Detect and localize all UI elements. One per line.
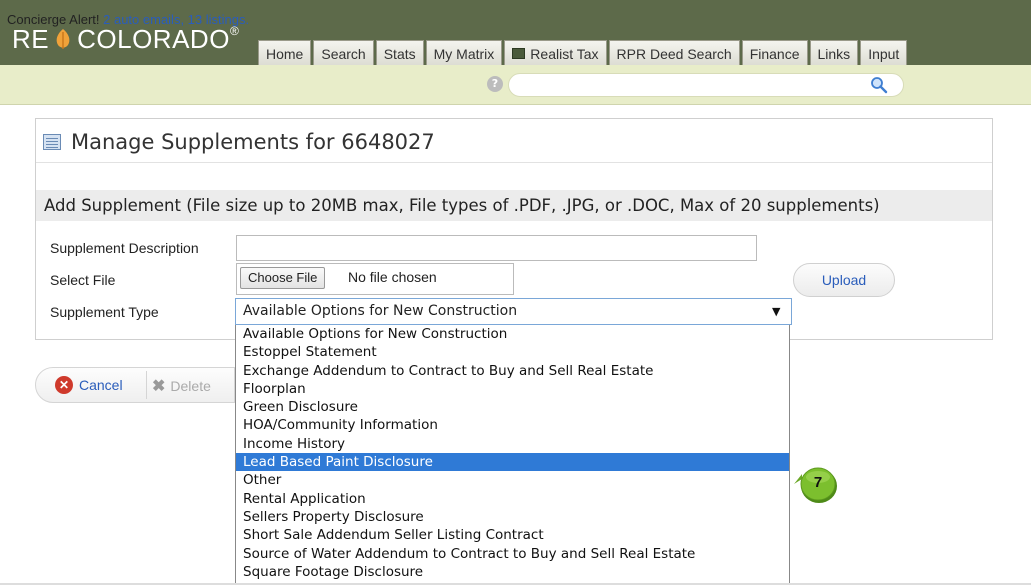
alert-link[interactable]: 2 auto emails, 13 listings. bbox=[103, 12, 249, 27]
nav-label: Links bbox=[817, 45, 851, 62]
nav-finance[interactable]: Finance bbox=[741, 40, 808, 66]
delete-button[interactable]: ✖ Delete bbox=[152, 376, 211, 396]
chevron-down-icon[interactable]: ▼ bbox=[772, 305, 780, 318]
supplement-type-label: Supplement Type bbox=[50, 304, 159, 320]
page-title-text: Manage Supplements for 6648027 bbox=[71, 130, 435, 154]
header-bar: RE COLORADO ® Home Search Stats My Matri… bbox=[0, 0, 1031, 66]
concierge-alert: Concierge Alert! 2 auto emails, 13 listi… bbox=[7, 12, 249, 27]
delete-icon: ✖ bbox=[152, 378, 166, 395]
nav-label: Home bbox=[266, 45, 304, 62]
nav-search[interactable]: Search bbox=[313, 40, 374, 66]
search-input[interactable] bbox=[508, 73, 904, 97]
realist-icon bbox=[512, 48, 526, 59]
nav-label: Input bbox=[868, 45, 900, 62]
dropdown-option[interactable]: HOA/Community Information bbox=[236, 416, 789, 434]
cancel-icon: ✕ bbox=[55, 376, 73, 394]
nav-stats[interactable]: Stats bbox=[375, 40, 424, 66]
search-icon[interactable] bbox=[870, 76, 888, 94]
dropdown-option[interactable]: Exchange Addendum to Contract to Buy and… bbox=[236, 362, 789, 380]
choose-file-button[interactable]: Choose File bbox=[240, 267, 326, 289]
dropdown-option[interactable]: Rental Application bbox=[236, 490, 789, 508]
logo[interactable]: RE COLORADO ® bbox=[12, 22, 239, 56]
logo-prefix: RE bbox=[12, 23, 50, 54]
select-file-label: Select File bbox=[50, 272, 116, 288]
nav-label: Finance bbox=[749, 45, 800, 62]
main-nav: Home Search Stats My Matrix Realist Tax … bbox=[258, 40, 909, 66]
dropdown-option[interactable]: Estoppel Statement bbox=[236, 343, 789, 361]
supplement-description-input[interactable] bbox=[236, 235, 757, 261]
dropdown-option[interactable]: Lead Based Paint Disclosure bbox=[236, 453, 789, 472]
file-status: No file chosen bbox=[348, 269, 437, 285]
supplement-description-label: Supplement Description bbox=[50, 240, 199, 256]
delete-label: Delete bbox=[170, 378, 211, 394]
alert-label: Concierge Alert! bbox=[7, 12, 100, 27]
table-icon bbox=[43, 134, 61, 150]
dropdown-option[interactable]: Other bbox=[236, 471, 789, 489]
dropdown-option[interactable]: Square Footage Disclosure bbox=[236, 563, 789, 581]
nav-realist-tax[interactable]: Realist Tax bbox=[504, 40, 607, 66]
dropdown-option[interactable]: Sellers Property Disclosure bbox=[236, 508, 789, 526]
dropdown-option[interactable]: Short Sale Addendum Seller Listing Contr… bbox=[236, 526, 789, 544]
dropdown-option[interactable]: Green Disclosure bbox=[236, 398, 789, 416]
supplement-type-value: Available Options for New Construction bbox=[243, 303, 518, 319]
step-number: 7 bbox=[813, 474, 823, 491]
cancel-button[interactable]: ✕ Cancel bbox=[55, 376, 123, 394]
help-icon[interactable]: ? bbox=[487, 76, 503, 92]
nav-input[interactable]: Input bbox=[860, 40, 908, 66]
nav-links[interactable]: Links bbox=[809, 40, 859, 66]
dropdown-option[interactable]: Available Options for New Construction bbox=[236, 325, 789, 343]
dropdown-option[interactable]: Income History bbox=[236, 435, 789, 453]
nav-label: RPR Deed Search bbox=[616, 45, 732, 62]
nav-label: My Matrix bbox=[433, 45, 495, 62]
title-divider bbox=[36, 162, 992, 163]
nav-home[interactable]: Home bbox=[258, 40, 312, 66]
nav-label: Realist Tax bbox=[530, 45, 599, 62]
nav-my-matrix[interactable]: My Matrix bbox=[425, 40, 503, 66]
nav-label: Search bbox=[321, 45, 366, 62]
dropdown-option[interactable]: Source of Water Addendum to Contract to … bbox=[236, 545, 789, 563]
dropdown-option[interactable]: Floorplan bbox=[236, 380, 789, 398]
button-divider bbox=[146, 371, 147, 399]
nav-rpr-deed-search[interactable]: RPR Deed Search bbox=[608, 40, 740, 66]
supplement-type-dropdown: Available Options for New Construction Es… bbox=[235, 325, 790, 585]
add-supplement-heading: Add Supplement (File size up to 20MB max… bbox=[44, 196, 880, 215]
logo-suffix: COLORADO bbox=[77, 23, 230, 54]
page-title: Manage Supplements for 6648027 bbox=[43, 130, 435, 154]
leaf-icon bbox=[56, 29, 70, 49]
cancel-label: Cancel bbox=[79, 377, 123, 393]
nav-label: Stats bbox=[383, 45, 416, 62]
upload-button[interactable]: Upload bbox=[793, 263, 895, 297]
